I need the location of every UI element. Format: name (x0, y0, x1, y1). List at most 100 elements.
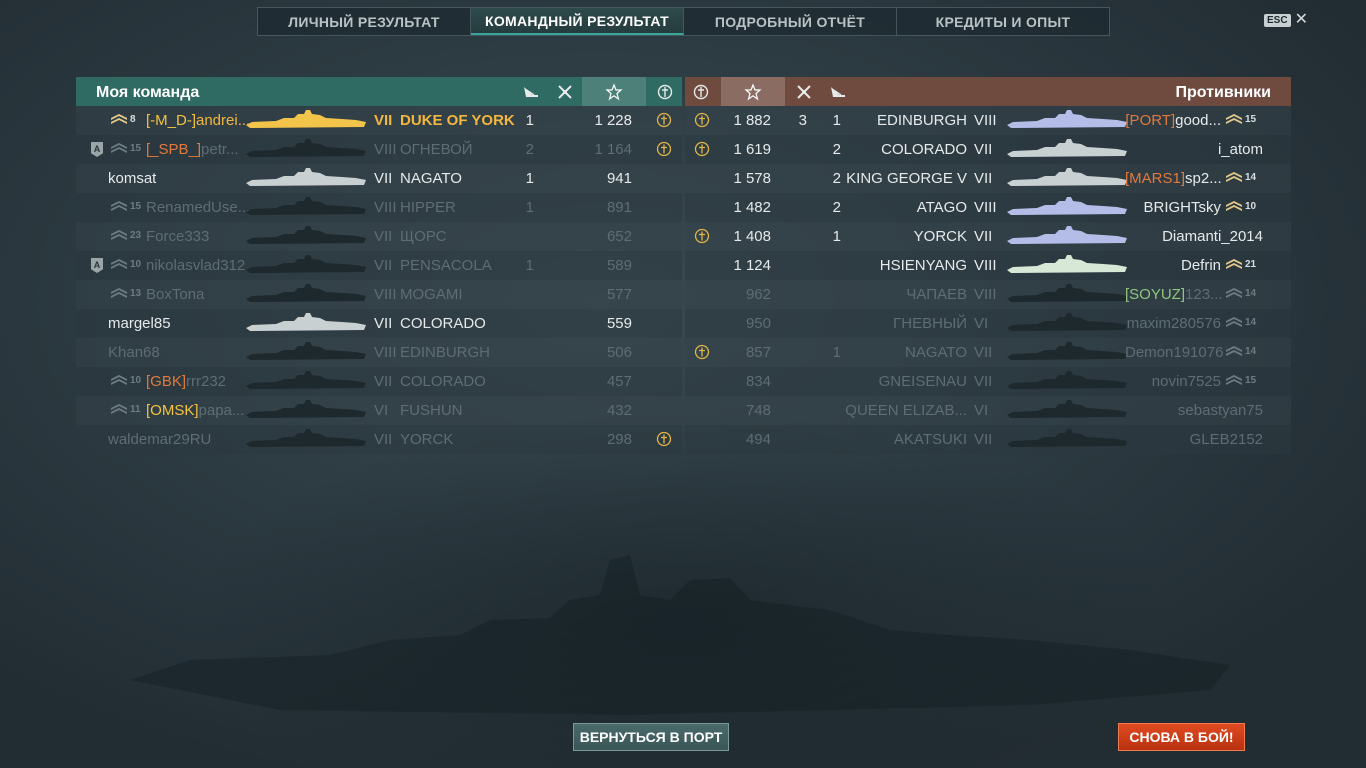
ships-destroyed-icon (515, 77, 547, 106)
ship-name: PENSACOLA (400, 257, 492, 274)
player-name: [GBK]rrr232 (146, 373, 226, 390)
kills-count: 1 (832, 228, 841, 245)
battle-again-button[interactable]: СНОВА В БОЙ! (1118, 723, 1245, 751)
table-row[interactable]: komsat VII NAGATO 1 941 (76, 164, 682, 193)
player-nickname: BoxTona (146, 286, 205, 303)
rank-count: 13 (130, 287, 142, 299)
experience-value: 457 (606, 373, 632, 390)
table-row[interactable]: A 10 nikolasvlad312 VII PENSACOLA 1 589 (76, 251, 682, 280)
player-name: BoxTona (146, 286, 204, 303)
ship-name: COLORADO (400, 315, 486, 332)
ship-silhouette (1007, 225, 1127, 247)
close-button[interactable]: ESC ✕ (1264, 12, 1308, 28)
rank-count: 21 (1245, 258, 1257, 270)
ship-silhouette (246, 167, 366, 189)
rank-count: 11 (130, 403, 141, 415)
ship-name: COLORADO (881, 141, 967, 158)
experience-value: 1 124 (733, 257, 771, 274)
table-row[interactable]: 834 GNEISENAU VII novin7525 15 (685, 367, 1291, 396)
table-row[interactable]: 748 QUEEN ELIZAB... VI sebastyan75 (685, 396, 1291, 425)
rank-icon: 10 (1225, 200, 1256, 212)
ship-tier: VII (974, 373, 993, 390)
achievement-icon[interactable] (694, 344, 710, 360)
experience-value: 857 (745, 344, 771, 361)
table-row[interactable]: 15 RenamedUse... VIII HIPPER 1 891 (76, 193, 682, 222)
ship-name: COLORADO (400, 373, 486, 390)
table-row[interactable]: 1 408 1 YORCK VII Diamanti_2014 (685, 222, 1291, 251)
table-row[interactable]: 1 124 HSIENYANG VIII Defrin 21 (685, 251, 1291, 280)
player-name: Diamanti_2014 (1125, 228, 1263, 245)
player-name: RenamedUse... (146, 199, 250, 216)
experience-value: 432 (606, 402, 632, 419)
table-row[interactable]: 11 [OMSK]papa... VI FUSHUN 432 (76, 396, 682, 425)
player-name: waldemar29RU (108, 431, 211, 448)
ships-destroyed-icon (822, 77, 854, 106)
table-row[interactable]: 962 ЧАПАЕВ VIII [SOYUZ]123... 14 (685, 280, 1291, 309)
experience-value: 1 482 (733, 199, 771, 216)
kills-count: 2 (832, 170, 841, 187)
table-row[interactable]: 10 [GBK]rrr232 VII COLORADO 457 (76, 367, 682, 396)
ship-name: NAGATO (400, 170, 462, 187)
kills-count: 2 (832, 199, 841, 216)
table-row[interactable]: 1 619 2 COLORADO VII i_atom (685, 135, 1291, 164)
player-name: i_atom (1125, 141, 1263, 158)
rank-count: 15 (130, 142, 142, 154)
rank-count: 8 (130, 113, 136, 125)
ship-tier: VII (374, 228, 393, 245)
table-row[interactable]: 857 1 NAGATO VII Demon191076 14 (685, 338, 1291, 367)
achievement-icon[interactable] (694, 112, 710, 128)
table-row[interactable]: A 15 [_SPB_]petr... VIII ОГНЕВОЙ 2 1 164 (76, 135, 682, 164)
achievement-icon[interactable] (656, 431, 672, 447)
experience-value: 962 (745, 286, 771, 303)
return-to-port-button[interactable]: ВЕРНУТЬСЯ В ПОРТ (573, 723, 729, 751)
ship-silhouette (246, 341, 366, 363)
ship-tier: VI (974, 315, 989, 332)
ship-tier: VII (974, 170, 993, 187)
tab-personal-result[interactable]: ЛИЧНЫЙ РЕЗУЛЬТАТ (258, 8, 471, 35)
ship-silhouette (246, 196, 366, 218)
ship-tier: VII (974, 228, 993, 245)
ship-name: DUKE OF YORK (400, 112, 515, 129)
experience-star-icon (721, 77, 785, 106)
rank-icon: 8 (110, 113, 136, 125)
table-row[interactable]: 1 882 3 1 EDINBURGH VIII [PORT]good... 15 (685, 106, 1291, 135)
experience-value: 506 (606, 344, 632, 361)
ship-silhouette (1007, 254, 1127, 276)
tab-credits-experience[interactable]: КРЕДИТЫ И ОПЫТ (897, 8, 1109, 35)
rank-count: 14 (1245, 316, 1257, 328)
clan-tag: [MARS1] (1125, 170, 1186, 187)
achievement-icon[interactable] (694, 228, 710, 244)
rank-icon: 21 (1225, 258, 1256, 270)
experience-value: 748 (745, 402, 771, 419)
table-row[interactable]: waldemar29RU VII YORCK 298 (76, 425, 682, 454)
planes-destroyed-icon (788, 77, 820, 106)
achievement-icon[interactable] (656, 112, 672, 128)
rank-count: 14 (1245, 287, 1257, 299)
achievement-icon[interactable] (656, 141, 672, 157)
player-name: [SOYUZ]123... (1125, 286, 1223, 303)
player-nickname: Force333 (146, 228, 210, 245)
ship-silhouette (1007, 370, 1127, 392)
rank-icon: 11 (110, 403, 141, 415)
table-row[interactable]: margel85 VII COLORADO 559 (76, 309, 682, 338)
table-row[interactable]: 494 AKATSUKI VII GLEB2152 (685, 425, 1291, 454)
enemy-team-title: Противники (1175, 84, 1272, 101)
ship-name: EDINBURGH (400, 344, 491, 361)
experience-value: 577 (606, 286, 632, 303)
table-row[interactable]: 1 482 2 ATAGO VIII BRIGHTsky 10 (685, 193, 1291, 222)
achievement-icon[interactable] (694, 141, 710, 157)
ship-name: HIPPER (400, 199, 456, 216)
table-row[interactable]: 950 ГНЕВНЫЙ VI maxim280576 14 (685, 309, 1291, 338)
table-row[interactable]: 1 578 2 KING GEORGE V VII [MARS1]sp2... 14 (685, 164, 1291, 193)
rank-icon: 23 (110, 229, 141, 241)
table-row[interactable]: 23 Force333 VII ЩОРС 652 (76, 222, 682, 251)
ship-name: ОГНЕВОЙ (400, 141, 473, 158)
table-row[interactable]: 8 [-M_D-]andrei... VII DUKE OF YORK 1 1 228 (76, 106, 682, 135)
tab-detailed-report[interactable]: ПОДРОБНЫЙ ОТЧЁТ (684, 8, 897, 35)
tab-team-result[interactable]: КОМАНДНЫЙ РЕЗУЛЬТАТ (471, 8, 684, 35)
player-nickname: waldemar29RU (108, 431, 212, 448)
player-name: [OMSK]papa... (146, 402, 244, 419)
table-row[interactable]: 13 BoxTona VIII MOGAMI 577 (76, 280, 682, 309)
ship-silhouette (1007, 196, 1127, 218)
table-row[interactable]: Khan68 VIII EDINBURGH 506 (76, 338, 682, 367)
